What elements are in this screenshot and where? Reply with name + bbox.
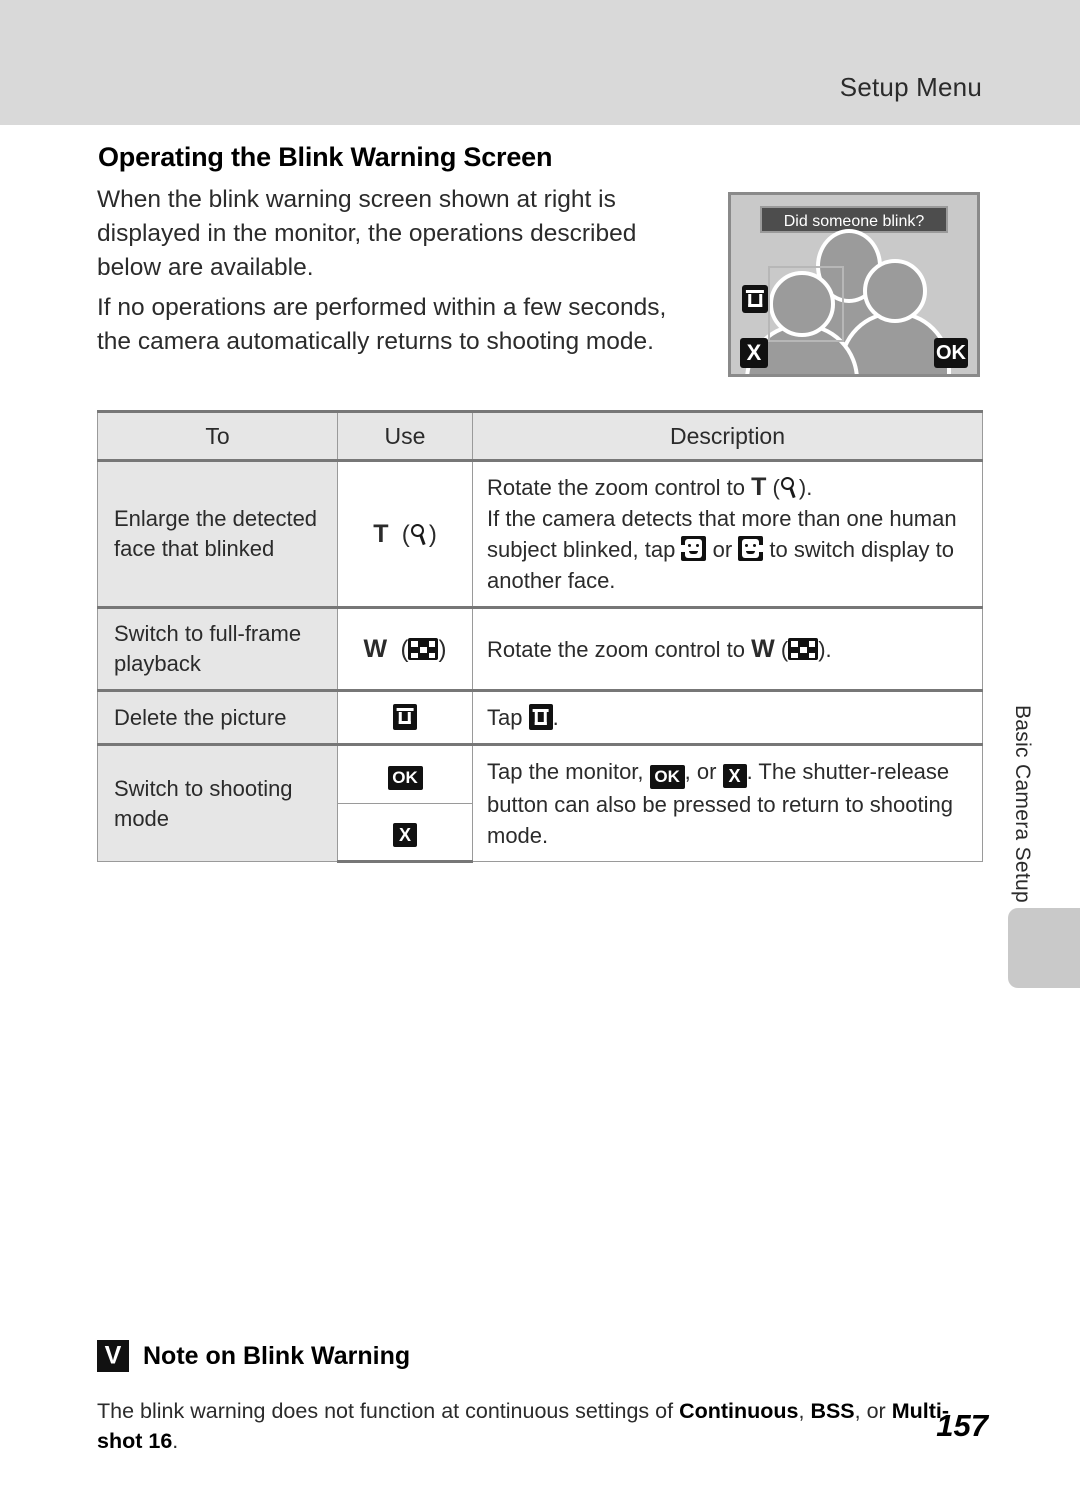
intro-text: When the blink warning screen shown at r… <box>97 183 697 359</box>
row-label-full-frame: Switch to full-frame playback <box>97 606 338 691</box>
thumbnail-grid-icon <box>408 637 439 660</box>
paren-open: ( <box>393 635 409 663</box>
desc-pre: Rotate the zoom control to <box>487 636 752 662</box>
trash-glyph <box>393 704 417 730</box>
paren-open: ( <box>774 636 789 662</box>
thumbnail-grid-icon <box>788 637 819 660</box>
paren-close: ) <box>438 635 447 663</box>
ok-button-icon: OK <box>649 765 685 789</box>
zoom-letter-w: W <box>363 634 388 663</box>
desc-line1-pre: Rotate the zoom control to <box>487 475 752 500</box>
trash-icon <box>528 704 553 730</box>
trash-glyph <box>529 704 553 730</box>
table-header-row: To Use Description <box>97 410 983 462</box>
row-control-full-frame: W () <box>337 606 473 691</box>
note-text-pre: The blink warning does not function at c… <box>97 1399 680 1423</box>
row-control-cancel-button: X <box>337 802 473 863</box>
note-text-post: . <box>172 1429 179 1453</box>
zoom-letter-t-inline: T <box>751 473 767 501</box>
monitor-ok-button[interactable]: OK <box>934 338 968 368</box>
face-switch-left-icon <box>681 536 707 561</box>
row-description-full-frame: Rotate the zoom control to W (). <box>472 606 983 691</box>
desc-pre: Tap <box>487 705 529 730</box>
monitor-delete-icon[interactable] <box>742 285 768 313</box>
trash-icon <box>393 703 417 730</box>
table-row: Switch to shooting mode OK Tap the monit… <box>97 743 983 862</box>
cancel-button-icon: X <box>722 764 747 788</box>
note-block: Note on Blink Warning The blink warning … <box>97 1340 987 1456</box>
face-glyph <box>742 539 760 558</box>
note-bold-bss: BSS <box>810 1399 855 1423</box>
column-header-description: Description <box>472 410 983 462</box>
note-title: Note on Blink Warning <box>143 1341 411 1370</box>
magnifier-icon <box>410 523 429 546</box>
face-notch <box>758 545 764 552</box>
note-sep-2: , or <box>854 1399 892 1423</box>
running-head-title: Setup Menu <box>839 72 982 102</box>
desc-post: . <box>552 705 559 730</box>
face-switch-right-icon <box>738 536 764 561</box>
intro-paragraph-1: When the blink warning screen shown at r… <box>97 186 637 281</box>
desc-line1-post: ). <box>798 475 813 500</box>
row-label-delete-picture: Delete the picture <box>97 689 338 745</box>
grid-glyph <box>788 638 818 660</box>
note-sep-1: , <box>798 1399 811 1423</box>
row-label-enlarge-face: Enlarge the detected face that blinked <box>97 460 338 608</box>
column-header-to: To <box>97 410 338 462</box>
running-head-band: Setup Menu <box>0 0 1080 125</box>
page-title: Operating the Blink Warning Screen <box>98 142 553 172</box>
face-glyph <box>685 539 703 558</box>
page-body: Operating the Blink Warning Screen When … <box>0 125 1080 1486</box>
detected-face-frame <box>768 266 844 342</box>
row-description-enlarge-face: Rotate the zoom control to T (). If the … <box>472 460 983 608</box>
note-bold-continuous: Continuous <box>679 1399 799 1423</box>
zoom-letter-w-inline: W <box>751 634 775 663</box>
magnifier-icon <box>780 477 799 499</box>
table-row: Enlarge the detected face that blinked T… <box>97 460 983 608</box>
zoom-letter-t: T <box>373 519 389 548</box>
intro-paragraph-2: If no operations are performed within a … <box>97 294 667 355</box>
desc-post: ). <box>818 636 832 662</box>
row-control-ok-button: OK <box>337 743 473 804</box>
page-number: 157 <box>936 1408 988 1443</box>
note-heading: Note on Blink Warning <box>97 1340 987 1372</box>
silhouette-head <box>863 259 927 323</box>
paren-open: ( <box>395 520 410 548</box>
monitor-cancel-button[interactable]: X <box>740 338 768 368</box>
note-text: The blink warning does not function at c… <box>97 1396 987 1456</box>
paren-close: ) <box>428 520 437 548</box>
column-header-use: Use <box>337 410 473 462</box>
row-description-delete-picture: Tap . <box>472 689 983 745</box>
desc-pre: Tap the monitor, <box>487 759 650 784</box>
grid-glyph <box>408 638 438 660</box>
chapter-thumb-tab <box>1008 908 1080 988</box>
camera-monitor-illustration: Did someone blink? X OK <box>728 192 980 377</box>
row-control-delete-picture <box>337 689 473 745</box>
note-check-icon <box>97 1340 129 1372</box>
row-control-enlarge-face: T () <box>337 460 473 608</box>
table-row: Switch to full-frame playback W () Rotat… <box>97 606 983 691</box>
desc-line2-mid: or <box>706 537 739 562</box>
table-row: Delete the picture Tap . <box>97 689 983 745</box>
trash-icon <box>742 285 768 313</box>
chapter-label: Basic Camera Setup <box>1011 705 1034 903</box>
row-label-shooting-mode: Switch to shooting mode <box>97 743 338 862</box>
row-description-shooting-mode: Tap the monitor, OK, or X. The shutter-r… <box>472 743 983 862</box>
cancel-button-icon: X <box>393 822 417 847</box>
paren-open: ( <box>766 475 780 500</box>
ok-button-icon: OK <box>387 765 423 790</box>
operations-table: To Use Description Enlarge the detected … <box>97 410 983 863</box>
desc-mid: , or <box>684 759 723 784</box>
face-notch <box>681 545 687 552</box>
